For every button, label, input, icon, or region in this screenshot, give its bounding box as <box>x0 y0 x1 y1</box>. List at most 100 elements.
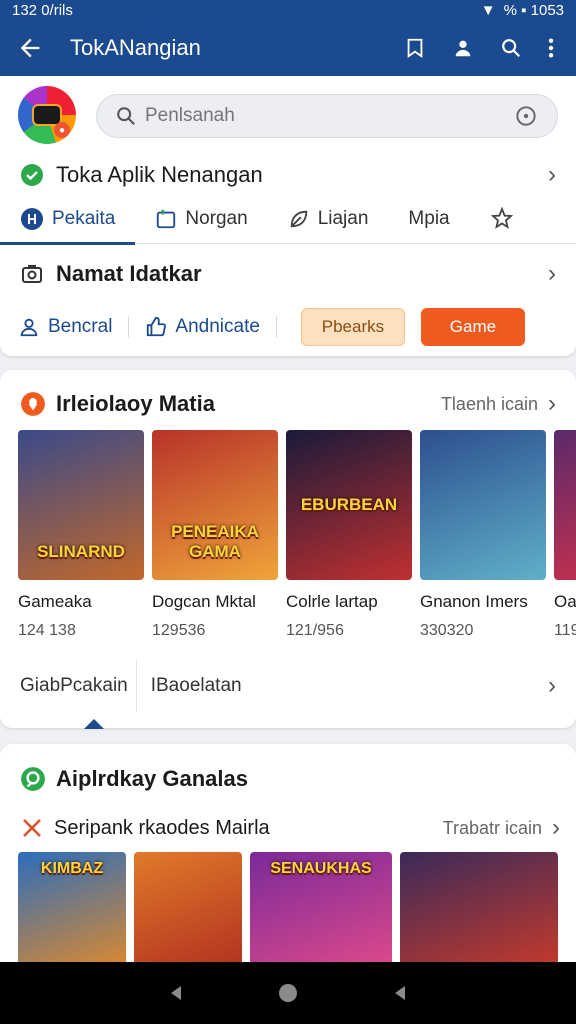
game-thumbnail <box>554 430 576 580</box>
sub-tab-giabpcakain[interactable]: GiabPcakain <box>20 675 136 697</box>
beneral-button[interactable]: Bencral <box>18 316 112 338</box>
beneral-label: Bencral <box>48 316 113 337</box>
tab-liajan[interactable]: Liajan <box>268 194 389 244</box>
pbearks-button[interactable]: Pbearks <box>300 308 405 346</box>
cross-swords-icon <box>23 819 41 837</box>
app-thumbnail[interactable]: KIMBAZ <box>18 852 126 972</box>
bookmark-icon[interactable] <box>404 37 426 59</box>
chevron-right-icon: › <box>548 260 556 287</box>
chevron-right-icon[interactable]: › <box>548 672 556 700</box>
sub-tabs: GiabPcakain IBaoelatan › <box>0 660 576 712</box>
tab-label: Mpia <box>408 207 450 229</box>
location-pin-icon <box>21 392 45 416</box>
page-title: TokANangian <box>70 35 201 60</box>
featured-title: Irleiolaoy Matia <box>56 391 215 416</box>
star-sparkle-icon <box>490 206 513 229</box>
game-count: 129536 <box>152 622 206 639</box>
system-nav-bar <box>0 962 576 1024</box>
tab-mpia[interactable]: Mpia <box>388 194 469 244</box>
search-icon <box>117 107 135 125</box>
back-button[interactable] <box>0 34 60 62</box>
tab-label: Norgan <box>185 207 248 229</box>
search-input[interactable] <box>145 105 513 127</box>
apps-subheader[interactable]: Seripank rkaodes Mairla Trabatr icain › <box>20 814 560 842</box>
arrow-left-icon <box>20 38 40 58</box>
game-carousel: SLINARND Gameaka 124 138 PENEAIKA GAMA D… <box>18 430 576 640</box>
calendar-icon <box>157 209 176 228</box>
divider <box>128 316 130 338</box>
active-indicator <box>84 719 104 729</box>
back-triangle-icon[interactable] <box>166 983 186 1003</box>
chevron-right-icon: › <box>548 390 556 417</box>
game-title: Colrle lartap <box>286 592 378 611</box>
voice-search-icon[interactable] <box>513 103 539 129</box>
game-thumbnail: EBURBEAN <box>286 430 412 580</box>
game-count: 330320 <box>420 622 474 639</box>
game-title: Gnanon Imers <box>420 592 528 611</box>
account-row-label: Namat Idatkar <box>56 261 202 286</box>
chevron-right-icon: › <box>548 161 556 188</box>
game-title: Gameaka <box>18 592 92 611</box>
camera-icon <box>22 265 42 283</box>
store-row[interactable]: Toka Aplik Nenangan › <box>0 156 576 194</box>
action-row: Bencral Andnicate Pbearks Game <box>0 302 576 352</box>
game-count: 121/956 <box>286 622 344 639</box>
apps-subtitle: Seripank rkaodes Mairla <box>54 816 270 839</box>
featured-header[interactable]: Irleiolaoy Matia Tlaenh icain › <box>0 386 576 422</box>
game-count: 124 138 <box>18 622 76 639</box>
user-outline-icon <box>20 318 38 337</box>
leaf-icon <box>290 210 307 227</box>
app-bar: TokANangian <box>0 20 576 76</box>
profile-icon[interactable] <box>452 37 474 59</box>
search-bar[interactable] <box>96 94 558 138</box>
status-left-text: 132 0/rils <box>12 1 73 19</box>
see-more-link[interactable]: Tlaenh icain <box>441 394 538 415</box>
game-button[interactable]: Game <box>420 308 525 346</box>
game-card[interactable]: PENEAIKA GAMA Dogcan Mktal 129536 <box>152 430 278 640</box>
account-row[interactable]: Namat Idatkar › <box>0 254 576 294</box>
tab-label: Pekaita <box>52 207 116 229</box>
app-thumbnail[interactable] <box>134 852 242 972</box>
tab-label: Liajan <box>317 207 369 229</box>
tab-pekaita[interactable]: Pekaita <box>0 194 136 245</box>
check-circle-icon <box>21 164 43 186</box>
sub-tab-ibaoelatan[interactable]: IBaoelatan <box>135 660 250 712</box>
game-thumbnail <box>420 430 546 580</box>
wifi-icon: ▼ <box>480 1 496 19</box>
divider <box>275 316 277 338</box>
status-bar: 132 0/rils ▼ % ▪ 1053 <box>0 0 576 20</box>
game-thumbnail: SLINARND <box>18 430 144 580</box>
app-thumbnail[interactable] <box>400 852 558 972</box>
store-row-label: Toka Aplik Nenangan <box>56 162 263 187</box>
category-tabs: Pekaita Norgan Liajan Mpia <box>0 194 576 245</box>
app-carousel: KIMBAZ SENAUKHAS <box>18 852 558 972</box>
search-icon[interactable] <box>500 37 522 59</box>
game-thumbnail: PENEAIKA GAMA <box>152 430 278 580</box>
avatar[interactable]: ● <box>18 86 76 144</box>
more-vert-icon[interactable] <box>548 37 554 59</box>
apps-section: Aiplrdkay Ganalas Seripank rkaodes Mairl… <box>0 744 576 984</box>
chat-bubble-icon <box>21 767 45 791</box>
tab-more[interactable] <box>470 194 534 244</box>
featured-section: Irleiolaoy Matia Tlaenh icain › SLINARND… <box>0 370 576 729</box>
tab-norgan[interactable]: Norgan <box>135 194 267 244</box>
app-thumbnail[interactable]: SENAUKHAS <box>250 852 392 972</box>
game-title: Oac <box>554 592 576 611</box>
home-icon <box>21 207 43 230</box>
game-card[interactable]: Oac 119 <box>554 430 576 640</box>
game-count: 119 <box>554 622 576 639</box>
thumbs-up-icon <box>147 316 167 337</box>
andnicate-label: Andnicate <box>175 316 260 337</box>
chevron-right-icon: › <box>552 814 560 841</box>
game-card[interactable]: EBURBEAN Colrle lartap 121/956 <box>286 430 412 640</box>
status-right-text: % ▪ 1053 <box>503 1 564 19</box>
see-more-link[interactable]: Trabatr icain <box>443 818 542 839</box>
notification-badge: ● <box>54 122 70 138</box>
game-card[interactable]: Gnanon Imers 330320 <box>420 430 546 640</box>
apps-header: Aiplrdkay Ganalas <box>20 766 248 792</box>
game-title: Dogcan Mktal <box>152 592 256 611</box>
recent-apps-icon[interactable] <box>390 983 410 1003</box>
game-card[interactable]: SLINARND Gameaka 124 138 <box>18 430 144 640</box>
andnicate-button[interactable]: Andnicate <box>145 316 260 338</box>
home-circle-icon[interactable] <box>277 982 299 1004</box>
